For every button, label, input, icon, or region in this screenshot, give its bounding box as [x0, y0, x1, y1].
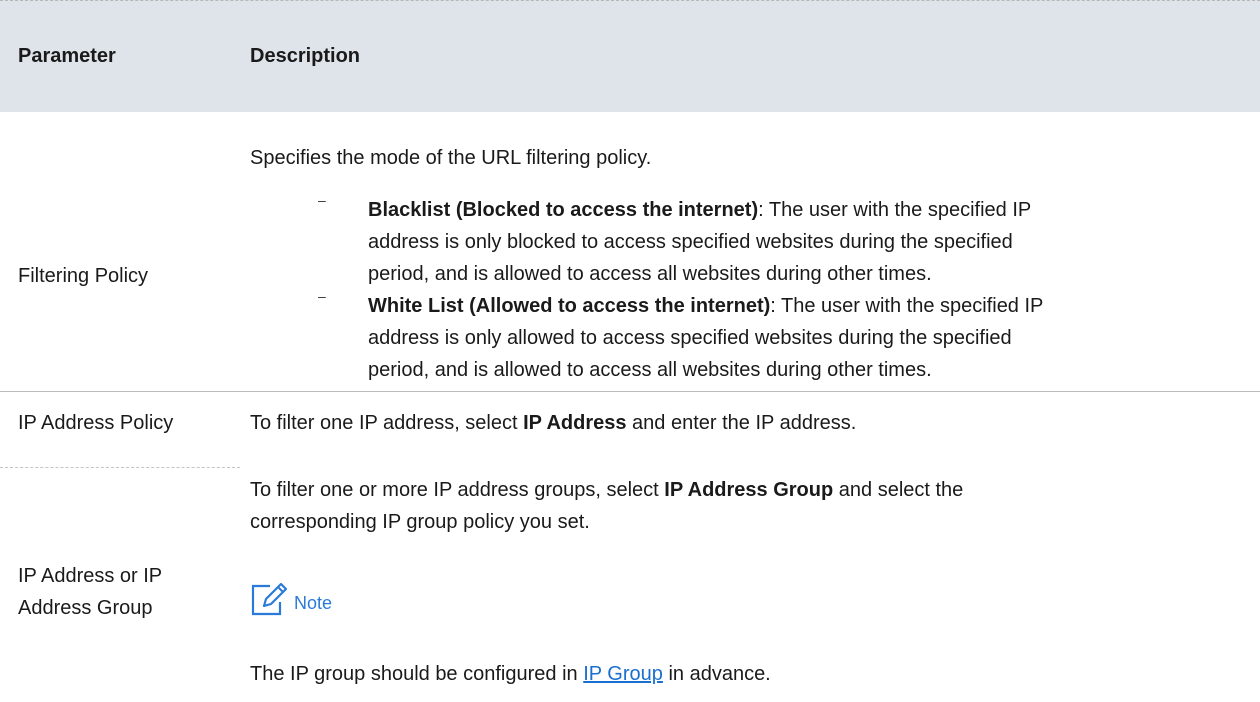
blacklist-text-3: period, and is allowed to access all web… [368, 263, 932, 285]
blacklist-text-1: : The user with the specified IP [758, 199, 1032, 221]
ip-policy-text-post: and enter the IP address. [626, 412, 857, 434]
whitelist-term: White List (Allowed to access the intern… [368, 295, 771, 317]
note-callout: Note [250, 582, 332, 616]
ip-group-text-bold: IP Address Group [664, 479, 834, 501]
ip-policy-text-bold: IP Address [523, 412, 627, 434]
bullet-dash-icon: – [318, 288, 326, 304]
note-text-pre: The IP group should be configured in [250, 663, 584, 685]
param-ip-group-line1: IP Address or IP [18, 565, 163, 587]
row-divider [0, 391, 1260, 392]
ip-address-policy-desc: To filter one IP address, select IP Addr… [250, 407, 856, 439]
bullet-blacklist-line1: Blacklist (Blocked to access the interne… [368, 194, 1031, 226]
bullet-dash-icon: – [318, 192, 326, 208]
row-divider-dashed [0, 467, 240, 468]
note-label: Note [294, 593, 333, 613]
ip-policy-text-pre: To filter one IP address, select [250, 412, 524, 434]
header-description: Description [250, 45, 361, 67]
ip-group-note-text: The IP group should be configured in IP … [250, 658, 771, 690]
ip-group-link[interactable]: IP Group [583, 663, 663, 685]
whitelist-text-3: period, and is allowed to access all web… [368, 359, 932, 381]
bullet-whitelist-line1: White List (Allowed to access the intern… [368, 290, 1043, 322]
blacklist-term: Blacklist (Blocked to access the interne… [368, 199, 759, 221]
param-ip-group-line2: Address Group [18, 597, 153, 619]
ip-group-text-post: and select the [833, 479, 964, 501]
whitelist-text-2: address is only allowed to access specif… [368, 327, 1012, 349]
table-header-row: Parameter Description [0, 0, 1260, 112]
filtering-policy-intro: Specifies the mode of the URL filtering … [250, 147, 652, 169]
ip-group-desc-line2: corresponding IP group policy you set. [250, 511, 590, 533]
header-parameter: Parameter [18, 45, 116, 67]
blacklist-text-2: address is only blocked to access specif… [368, 231, 1013, 253]
ip-group-text-pre: To filter one or more IP address groups,… [250, 479, 665, 501]
note-text-post: in advance. [662, 663, 771, 685]
param-ip-address-policy: IP Address Policy [18, 412, 174, 434]
whitelist-text-1: : The user with the specified IP [770, 295, 1044, 317]
ip-group-desc-line1: To filter one or more IP address groups,… [250, 474, 963, 506]
note-pencil-icon [251, 582, 288, 616]
param-filtering-policy: Filtering Policy [18, 265, 149, 287]
